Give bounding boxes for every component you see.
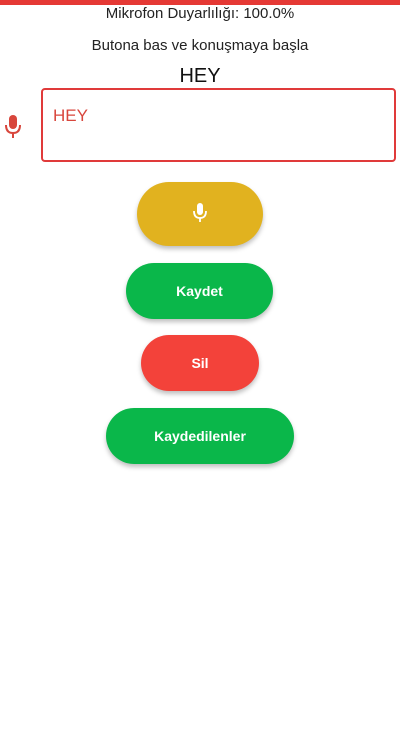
saved-list-button[interactable]: Kaydedilenler xyxy=(106,408,294,464)
start-listening-button[interactable] xyxy=(137,182,263,246)
speech-text-field-row: HEY xyxy=(0,88,400,166)
speech-text-value: HEY xyxy=(53,106,88,125)
app-screen: Mikrofon Duyarlılığı: 100.0% Butona bas … xyxy=(0,0,400,756)
delete-button[interactable]: Sil xyxy=(141,335,259,391)
recognized-text: HEY xyxy=(179,65,221,87)
mic-sensitivity-label: Mikrofon Duyarlılığı: 100.0% xyxy=(105,5,295,22)
mic-icon xyxy=(192,202,208,227)
instruction-text: Butona bas ve konuşmaya başla xyxy=(91,37,309,54)
save-button[interactable]: Kaydet xyxy=(126,263,273,319)
mic-icon xyxy=(3,114,23,140)
speech-text-field[interactable]: HEY xyxy=(41,88,396,162)
